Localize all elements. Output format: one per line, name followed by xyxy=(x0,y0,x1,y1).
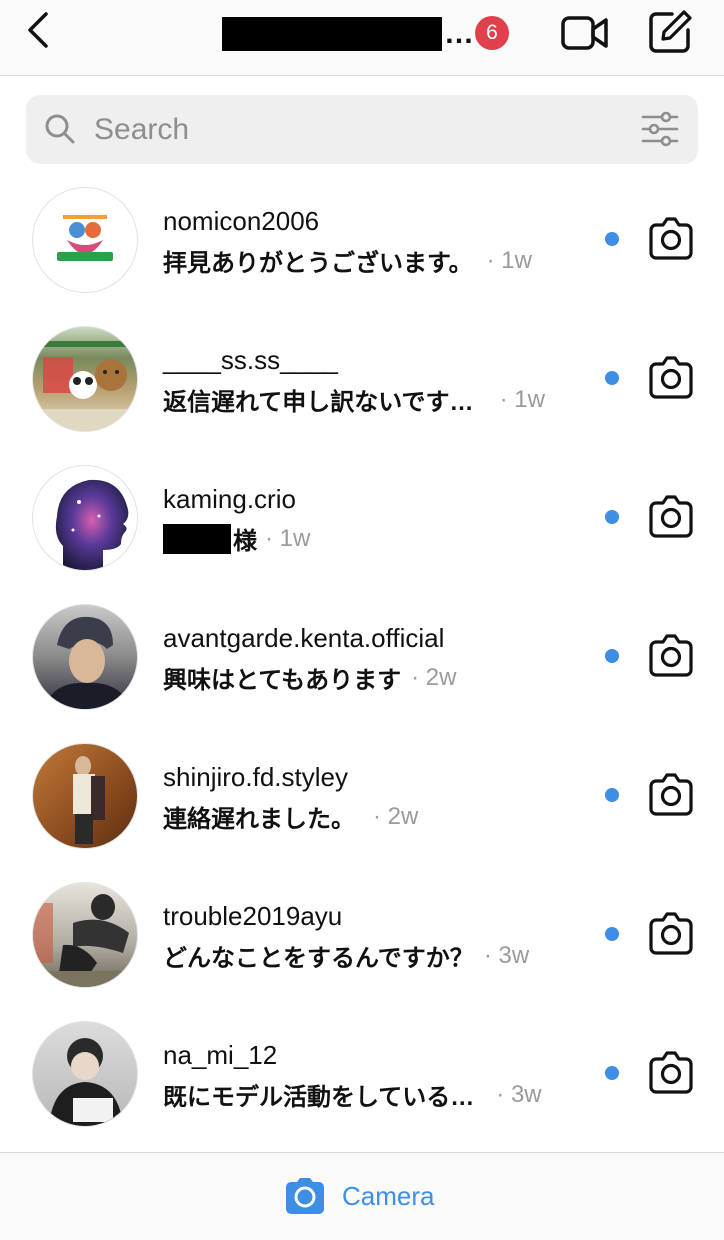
conversation-username: kaming.crio xyxy=(163,484,296,514)
compose-icon[interactable] xyxy=(646,8,694,56)
conversation-username: shinjiro.fd.styley xyxy=(163,762,348,792)
account-title[interactable]: … xyxy=(222,16,474,52)
search-icon xyxy=(45,114,75,144)
message-time: · 2w xyxy=(373,802,419,830)
unread-dot xyxy=(605,371,619,385)
unread-dot xyxy=(605,510,619,524)
camera-icon[interactable] xyxy=(647,633,695,677)
camera-label: Camera xyxy=(342,1180,435,1211)
back-chevron-icon[interactable] xyxy=(22,10,56,50)
search-bar[interactable] xyxy=(26,95,698,164)
redacted-name xyxy=(163,523,231,554)
unread-dot xyxy=(605,232,619,246)
unread-count-badge: 6 xyxy=(475,16,509,50)
conversation-row[interactable]: nomicon2006 拝見ありがとうございます。 · 1w xyxy=(0,170,724,309)
camera-icon[interactable] xyxy=(647,911,695,955)
message-preview: どんなことをするんですか？ xyxy=(163,945,474,972)
redacted-account-name xyxy=(222,17,442,51)
camera-icon xyxy=(286,1178,324,1214)
avatar xyxy=(32,465,138,571)
bottom-bar: Camera xyxy=(0,1152,724,1240)
message-preview: 様 xyxy=(233,528,257,555)
conversation-row[interactable]: shinjiro.fd.styley 連絡遅れました。 · 2w xyxy=(0,726,724,865)
conversation-row[interactable]: ____ss.ss____ 返信遅れて申し訳ないです… · 1w xyxy=(0,309,724,448)
message-preview: 興味はとてもあります xyxy=(163,667,402,694)
conversation-username: nomicon2006 xyxy=(163,206,320,236)
conversation-username: na_mi_12 xyxy=(163,1040,278,1070)
unread-dot xyxy=(605,927,619,941)
camera-icon[interactable] xyxy=(647,494,695,538)
conversation-username: ____ss.ss____ xyxy=(163,345,338,375)
message-time: · 2w xyxy=(411,663,457,691)
conversation-preview: 連絡遅れました。 · 2w xyxy=(163,799,418,834)
message-time: · 1w xyxy=(499,385,545,413)
conversation-preview: 興味はとてもあります · 2w xyxy=(163,660,456,695)
conversation-username: trouble2019ayu xyxy=(163,901,343,931)
video-camera-icon[interactable] xyxy=(560,12,610,54)
avatar xyxy=(32,882,138,988)
conversation-row[interactable]: kaming.crio 様 · 1w xyxy=(0,448,724,587)
avatar xyxy=(32,326,138,432)
conversation-preview: 返信遅れて申し訳ないです… · 1w xyxy=(163,382,545,417)
avatar xyxy=(32,604,138,710)
unread-dot xyxy=(605,788,619,802)
conversation-list: nomicon2006 拝見ありがとうございます。 · 1w ____ss.ss… xyxy=(0,170,724,1143)
camera-icon[interactable] xyxy=(647,772,695,816)
message-preview: 連絡遅れました。 xyxy=(163,806,355,833)
conversation-row[interactable]: trouble2019ayu どんなことをするんですか？ · 3w xyxy=(0,865,724,1004)
avatar xyxy=(32,743,138,849)
title-ellipsis: … xyxy=(444,17,474,50)
conversation-username: avantgarde.kenta.official xyxy=(163,623,445,653)
unread-dot xyxy=(605,1066,619,1080)
camera-icon[interactable] xyxy=(647,216,695,260)
camera-icon[interactable] xyxy=(647,1050,695,1094)
conversation-preview: どんなことをするんですか？ · 3w xyxy=(163,938,529,973)
avatar xyxy=(32,187,138,293)
conversation-row[interactable]: na_mi_12 既にモデル活動をしている… · 3w xyxy=(0,1004,724,1143)
conversation-preview: 拝見ありがとうございます。 · 1w xyxy=(163,243,532,278)
message-preview: 返信遅れて申し訳ないです… xyxy=(163,389,474,416)
unread-dot xyxy=(605,649,619,663)
message-preview: 拝見ありがとうございます。 xyxy=(163,250,473,277)
camera-icon[interactable] xyxy=(647,355,695,399)
conversation-preview: 既にモデル活動をしている… · 3w xyxy=(163,1077,542,1112)
conversation-preview: 様 · 1w xyxy=(163,521,310,556)
message-time: · 1w xyxy=(486,246,532,274)
camera-button[interactable]: Camera xyxy=(284,1177,434,1215)
message-time: · 3w xyxy=(483,941,530,969)
avatar xyxy=(32,1021,138,1127)
message-time: · 3w xyxy=(496,1080,542,1108)
top-nav-bar: … 6 xyxy=(0,0,724,76)
message-preview: 既にモデル活動をしている… xyxy=(163,1084,475,1111)
conversation-row[interactable]: avantgarde.kenta.official 興味はとてもあります · 2… xyxy=(0,587,724,726)
filter-sliders-icon[interactable] xyxy=(640,111,680,147)
search-input[interactable] xyxy=(92,107,616,153)
message-time: · 1w xyxy=(265,524,311,552)
